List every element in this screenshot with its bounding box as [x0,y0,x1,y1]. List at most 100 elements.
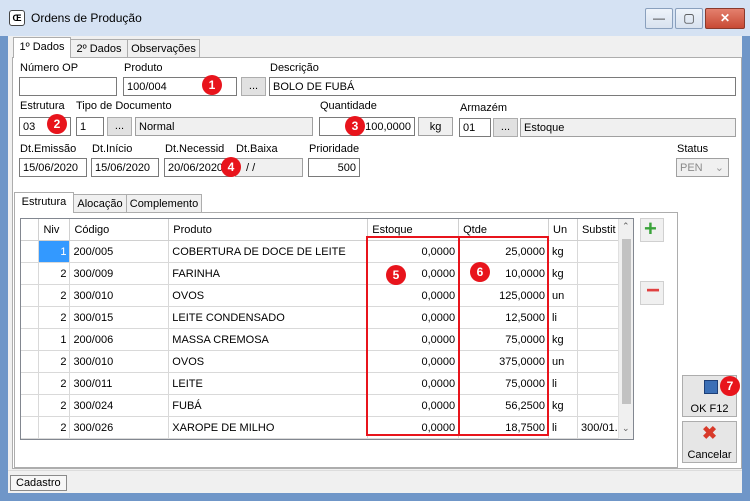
armazem-lookup-button[interactable]: ... [493,118,518,137]
cell-un[interactable]: li [548,372,578,395]
cell-niv[interactable]: 2 [38,416,71,439]
row-indicator[interactable] [21,350,40,373]
quantidade-label: Quantidade [320,100,377,112]
cell-produto[interactable]: FARINHA [168,262,369,285]
cell-niv[interactable]: 1 [38,328,71,351]
cell-produto[interactable]: FUBÁ [168,394,369,417]
cell-niv[interactable]: 2 [38,372,71,395]
row-indicator[interactable] [21,394,40,417]
tab-estrutura[interactable]: Estrutura [14,192,74,213]
scroll-up-icon[interactable]: ⌃ [622,221,630,232]
application-window: Œ Ordens de Produção — ▢ ✕ 1º Dados 2º D… [0,0,750,501]
cell-un[interactable]: un [548,284,578,307]
cell-codigo[interactable]: 300/009 [69,262,170,285]
row-indicator[interactable] [21,372,40,395]
dt-inicio-field[interactable]: 15/06/2020 [91,158,159,177]
row-indicator[interactable] [21,240,40,263]
dt-baixa-label: Dt.Baixa [236,143,278,155]
cell-codigo[interactable]: 300/026 [69,416,170,439]
cancel-x-icon: ✖ [702,423,718,443]
cell-produto[interactable]: COBERTURA DE DOCE DE LEITE [168,240,369,263]
numero-op-field[interactable] [19,77,117,96]
tipo-documento-name-field: Normal [135,117,313,136]
tipo-documento-lookup-button[interactable]: ... [107,117,132,136]
status-bar: Cadastro [8,470,742,493]
column-header-niv[interactable]: Niv [38,219,71,241]
add-item-button[interactable]: + [640,216,664,242]
minus-icon: − [646,277,661,304]
status-value: PEN [680,162,703,174]
grid-vertical-scrollbar[interactable]: ⌃ ⌄ [618,219,633,439]
prioridade-label: Prioridade [309,143,360,155]
close-button[interactable]: ✕ [705,8,745,29]
cell-codigo[interactable]: 300/015 [69,306,170,329]
cell-niv[interactable]: 2 [38,394,71,417]
cell-un[interactable]: li [548,416,578,439]
tab-alocacao[interactable]: Alocação [73,194,127,213]
cell-niv[interactable]: 2 [38,284,71,307]
row-indicator-header [21,219,40,241]
column-header-produto[interactable]: Produto [168,219,369,241]
row-indicator[interactable] [21,416,40,439]
cell-un[interactable]: kg [548,328,578,351]
tab-observacoes[interactable]: Observações [127,39,200,58]
dt-emissao-field[interactable]: 15/06/2020 [19,158,87,177]
cell-produto[interactable]: OVOS [168,350,369,373]
cell-produto[interactable]: XAROPE DE MILHO [168,416,369,439]
cell-codigo[interactable]: 300/011 [69,372,170,395]
cell-un[interactable]: kg [548,262,578,285]
maximize-button[interactable]: ▢ [675,8,703,29]
cancel-button[interactable]: ✖ Cancelar [682,421,737,463]
dt-inicio-label: Dt.Início [92,143,133,155]
minimize-button[interactable]: — [645,8,673,29]
row-indicator[interactable] [21,306,40,329]
cell-niv[interactable]: 2 [38,262,71,285]
row-indicator[interactable] [21,328,40,351]
descricao-field[interactable]: BOLO DE FUBÁ [269,77,736,96]
column-header-un[interactable]: Un [548,219,578,241]
tab-1-dados[interactable]: 1º Dados [13,37,71,58]
produto-label: Produto [124,62,163,74]
tab-complemento[interactable]: Complemento [126,194,202,213]
cell-codigo[interactable]: 300/010 [69,350,170,373]
cell-un[interactable]: kg [548,240,578,263]
annotation-badge-5: 5 [386,265,406,285]
prioridade-field[interactable]: 500 [308,158,360,177]
ok-button-label: OK F12 [690,403,729,415]
produto-lookup-button[interactable]: ... [241,77,266,96]
window-title: Ordens de Produção [31,11,142,25]
status-select[interactable]: PEN ⌄ [676,158,729,177]
cell-niv[interactable]: 2 [38,350,71,373]
column-header-codigo[interactable]: Código [69,219,170,241]
cell-produto[interactable]: OVOS [168,284,369,307]
armazem-code-field[interactable]: 01 [459,118,491,137]
annotation-badge-6: 6 [470,262,490,282]
cell-un[interactable]: kg [548,394,578,417]
cell-codigo[interactable]: 200/005 [69,240,170,263]
armazem-label: Armazém [460,102,508,114]
dt-emissao-label: Dt.Emissão [20,143,77,155]
cell-niv[interactable]: 2 [38,306,71,329]
cell-produto[interactable]: MASSA CREMOSA [168,328,369,351]
row-indicator[interactable] [21,262,40,285]
cell-codigo[interactable]: 300/024 [69,394,170,417]
cell-produto[interactable]: LEITE [168,372,369,395]
cell-un[interactable]: li [548,306,578,329]
status-tab-cadastro[interactable]: Cadastro [10,475,67,491]
cell-un[interactable]: un [548,350,578,373]
plus-icon: + [644,216,657,241]
cell-produto[interactable]: LEITE CONDENSADO [168,306,369,329]
quantidade-field[interactable]: 100,0000 [319,117,415,136]
cell-codigo[interactable]: 300/010 [69,284,170,307]
tipo-documento-code-field[interactable]: 1 [76,117,104,136]
tab-2-dados[interactable]: 2º Dados [70,39,128,58]
row-indicator[interactable] [21,284,40,307]
scroll-down-icon[interactable]: ⌄ [622,423,630,434]
estoque-highlight-box [366,236,460,436]
scroll-thumb[interactable] [622,239,631,404]
cell-codigo[interactable]: 200/006 [69,328,170,351]
annotation-badge-1: 1 [202,75,222,95]
remove-item-button[interactable]: − [640,277,664,305]
unidade-field: kg [418,117,453,136]
cell-niv[interactable]: 1 [38,240,71,263]
